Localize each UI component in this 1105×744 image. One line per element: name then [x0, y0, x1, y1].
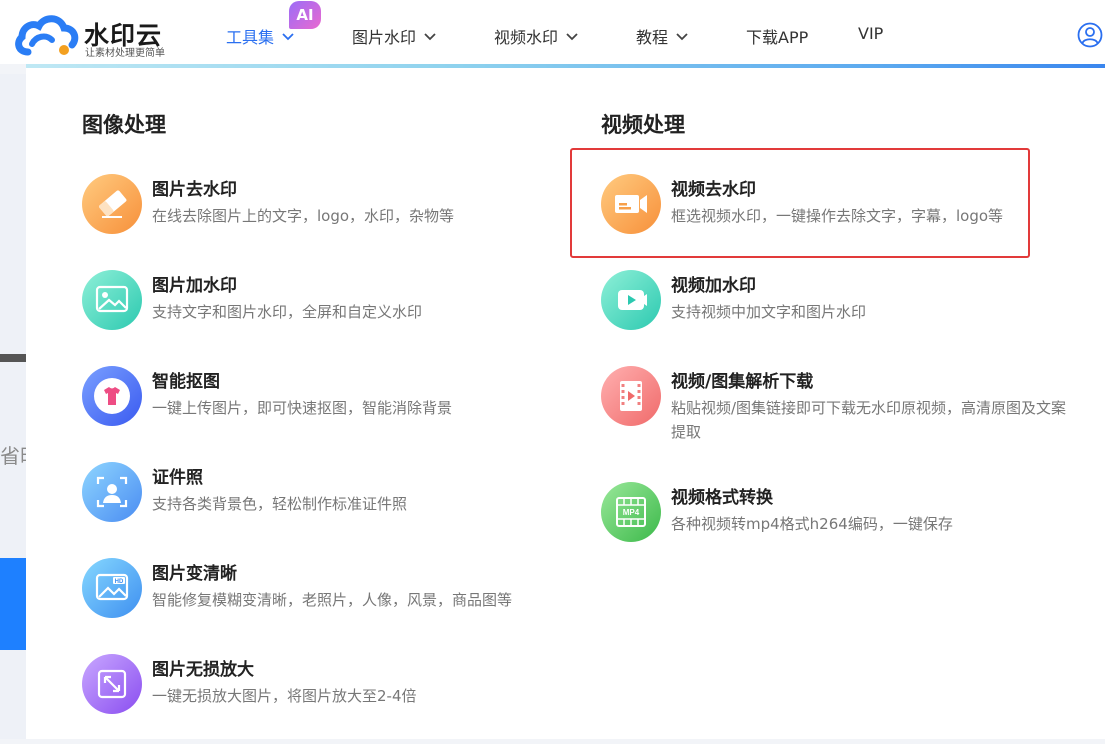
nav-video-watermark[interactable]: 视频水印	[494, 24, 580, 48]
cutout-shirt-icon	[82, 366, 142, 426]
chevron-down-icon	[566, 33, 578, 41]
chevron-down-icon	[424, 33, 436, 41]
brand-slogan: 让素材处理更简单	[85, 48, 165, 59]
tool-name: 图片无损放大	[152, 660, 254, 680]
tool-video-watermark-add[interactable]: 视频加水印 支持视频中加文字和图片水印	[601, 270, 1071, 360]
enlarge-icon	[82, 654, 142, 714]
eraser-icon	[82, 174, 142, 234]
tool-description: 粘贴视频/图集链接即可下载无水印原视频，高清原图及文案提取	[671, 399, 1067, 441]
tool-id-photo[interactable]: 证件照 支持各类背景色，轻松制作标准证件照	[82, 462, 552, 552]
nav-vip[interactable]: VIP	[858, 24, 883, 43]
tool-description: 支持文字和图片水印，全屏和自定义水印	[152, 303, 423, 321]
top-header: 水印云 让素材处理更简单 工具集 AI 图片水印 视频水印 教程 下载APP V…	[0, 0, 1105, 64]
tool-smart-cutout[interactable]: 智能抠图 一键上传图片，即可快速抠图，智能消除背景	[82, 366, 552, 456]
background-page: 省时	[0, 74, 26, 739]
tool-name: 智能抠图	[152, 372, 220, 392]
tool-name: 视频去水印	[671, 180, 756, 200]
tool-name: 图片变清晰	[152, 564, 237, 584]
nav-vip-label: VIP	[858, 24, 884, 43]
nav-download-app-label: 下载APP	[746, 28, 809, 47]
tool-description: 支持视频中加文字和图片水印	[671, 303, 867, 321]
nav-download-app[interactable]: 下载APP	[746, 24, 808, 48]
tool-name: 视频格式转换	[671, 488, 773, 508]
tool-image-sharpen[interactable]: HD 图片变清晰 智能修复模糊变清晰，老照片，人像，风景，商品图等	[82, 558, 552, 648]
tool-video-format-convert[interactable]: MP4 视频格式转换 各种视频转mp4格式h264编码，一键保存	[601, 482, 1071, 572]
hd-image-icon: HD	[82, 558, 142, 618]
tool-image-watermark-add[interactable]: 图片加水印 支持文字和图片水印，全屏和自定义水印	[82, 270, 552, 360]
tool-description: 在线去除图片上的文字，logo，水印，杂物等	[152, 207, 455, 225]
video-camera-icon	[601, 174, 661, 234]
nav-toolset-label: 工具集	[226, 28, 275, 47]
image-section-title: 图像处理	[82, 113, 166, 137]
nav-tutorial-label: 教程	[636, 28, 669, 47]
tool-name: 视频加水印	[671, 276, 756, 296]
ai-badge: AI	[289, 1, 321, 29]
tool-description: 智能修复模糊变清晰，老照片，人像，风景，商品图等	[152, 591, 513, 609]
svg-text:HD: HD	[115, 579, 124, 585]
cloud-logo-icon	[15, 15, 79, 56]
tool-name: 证件照	[152, 468, 203, 488]
nav-tutorial[interactable]: 教程	[636, 24, 690, 48]
user-account-icon[interactable]	[1077, 22, 1103, 48]
tool-description: 框选视频水印，一键操作去除文字，字幕，logo等	[671, 207, 1004, 225]
tool-image-enlarge[interactable]: 图片无损放大 一键无损放大图片，将图片放大至2-4倍	[82, 654, 552, 744]
background-divider	[0, 354, 26, 362]
video-play-icon	[601, 270, 661, 330]
background-text: 省时	[0, 444, 26, 468]
tool-description: 一键无损放大图片，将图片放大至2-4倍	[152, 687, 417, 705]
background-banner	[0, 558, 26, 650]
tool-name: 视频/图集解析下载	[671, 372, 814, 392]
tool-description: 一键上传图片，即可快速抠图，智能消除背景	[152, 399, 453, 417]
tool-name: 图片去水印	[152, 180, 237, 200]
nav-video-watermark-label: 视频水印	[494, 28, 559, 47]
chevron-down-icon	[282, 33, 294, 41]
tool-video-watermark-remove[interactable]: 视频去水印 框选视频水印，一键操作去除文字，字幕，logo等	[601, 174, 1071, 264]
nav-toolset[interactable]: 工具集	[226, 24, 296, 48]
id-photo-icon	[82, 462, 142, 522]
film-icon	[601, 366, 661, 426]
mp4-icon: MP4	[601, 482, 661, 542]
tool-video-parse-download[interactable]: 视频/图集解析下载 粘贴视频/图集链接即可下载无水印原视频，高清原图及文案提取	[601, 366, 1071, 456]
tool-description: 各种视频转mp4格式h264编码，一键保存	[671, 515, 953, 533]
tool-description: 支持各类背景色，轻松制作标准证件照	[152, 495, 408, 513]
chevron-down-icon	[676, 33, 688, 41]
nav-image-watermark[interactable]: 图片水印	[352, 24, 438, 48]
brand-logo[interactable]: 水印云 让素材处理更简单	[14, 10, 184, 59]
tool-image-watermark-remove[interactable]: 图片去水印 在线去除图片上的文字，logo，水印，杂物等	[82, 174, 552, 264]
picture-icon	[82, 270, 142, 330]
tool-name: 图片加水印	[152, 276, 237, 296]
video-section-title: 视频处理	[601, 113, 685, 137]
nav-image-watermark-label: 图片水印	[352, 28, 417, 47]
mp4-icon-text: MP4	[623, 508, 640, 517]
